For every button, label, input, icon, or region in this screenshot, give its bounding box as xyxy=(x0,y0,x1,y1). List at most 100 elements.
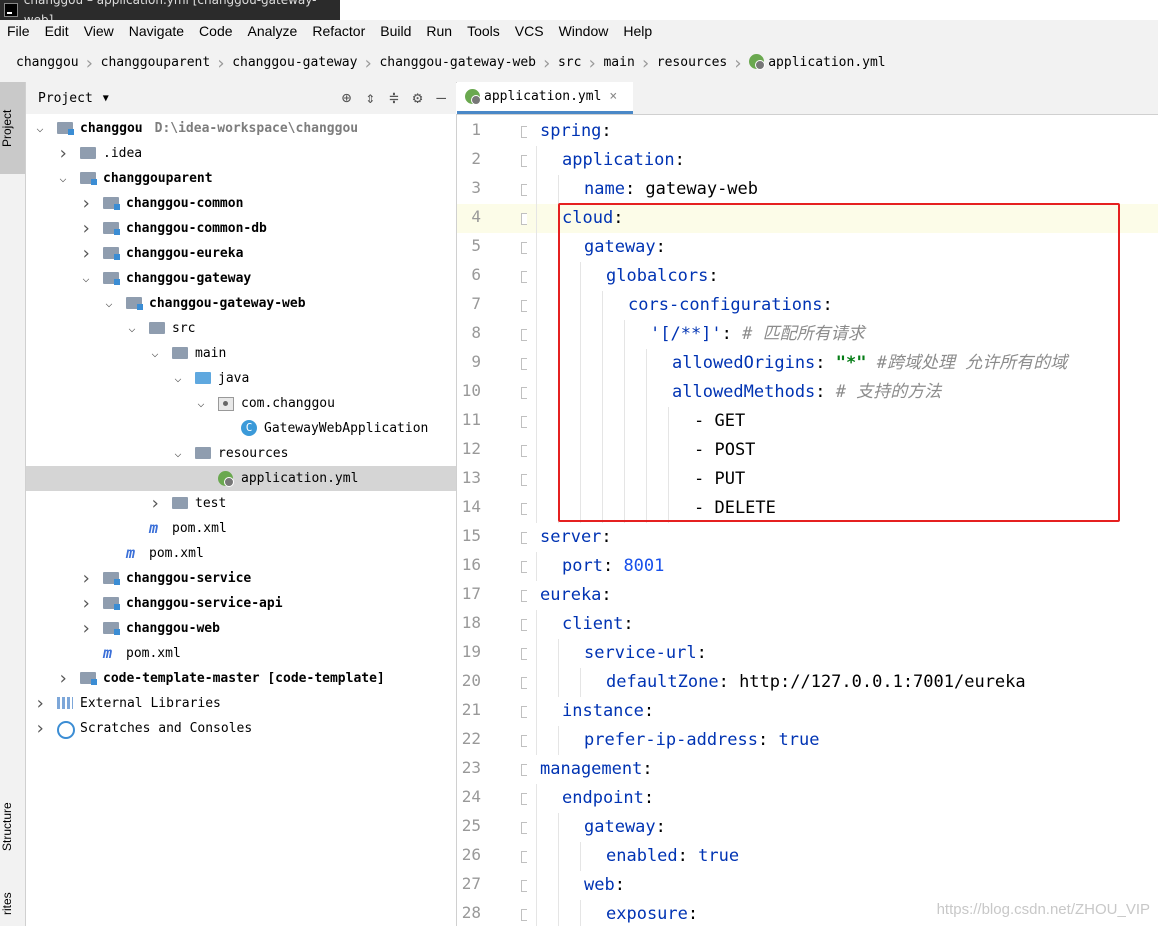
breadcrumb-item[interactable]: main xyxy=(587,53,651,74)
tree-item[interactable]: › changgou-common xyxy=(26,191,456,216)
menu-vcs[interactable]: VCS xyxy=(508,23,552,39)
tree-item-label: changgou-service xyxy=(126,571,252,586)
tree-item-label: changgou-eureka xyxy=(126,246,244,261)
menu-help[interactable]: Help xyxy=(616,23,660,39)
code-line: defaultZone: http://127.0.0.1:7001/eurek… xyxy=(606,672,1026,692)
menu-file[interactable]: File xyxy=(0,23,38,39)
chevron-right-icon[interactable]: › xyxy=(34,691,46,716)
chevron-down-icon[interactable]: ⌵ xyxy=(34,116,46,141)
tree-item[interactable]: ⌵ resources xyxy=(26,441,456,466)
menu-window[interactable]: Window xyxy=(552,23,617,39)
folder-icon xyxy=(195,447,211,459)
breadcrumb-item[interactable]: resources xyxy=(641,53,744,74)
menu-analyze[interactable]: Analyze xyxy=(241,23,306,39)
tab-application-yml[interactable]: application.yml × xyxy=(457,82,633,114)
line-number: 24 xyxy=(461,787,481,806)
indent-guide xyxy=(536,204,537,233)
tree-item[interactable]: › changgou-web xyxy=(26,616,456,641)
module-folder-icon xyxy=(103,572,120,585)
module-folder-icon xyxy=(103,222,120,235)
tree-item[interactable]: ⌵ src xyxy=(26,316,456,341)
tree-item[interactable]: ⌵ changgouparent xyxy=(26,166,456,191)
chevron-right-icon[interactable]: › xyxy=(57,141,69,166)
indent-guide xyxy=(536,378,537,407)
chevron-right-icon[interactable]: › xyxy=(80,566,92,591)
tree-item[interactable]: m pom.xml xyxy=(26,516,456,541)
tree-item[interactable]: ⌵ changgou-gateway xyxy=(26,266,456,291)
breadcrumb-item[interactable]: application.yml xyxy=(733,54,891,70)
breadcrumb-label: changgou-gateway xyxy=(232,54,358,70)
chevron-right-icon[interactable]: › xyxy=(80,241,92,266)
tree-item[interactable]: ⌵ java xyxy=(26,366,456,391)
tree-item[interactable]: m pom.xml xyxy=(26,541,456,566)
tree-item[interactable]: › External Libraries xyxy=(26,691,456,716)
indent-guide xyxy=(536,175,537,204)
chevron-down-icon[interactable]: ⌵ xyxy=(172,366,184,391)
folder-icon xyxy=(149,322,165,334)
tree-item[interactable]: › Scratches and Consoles xyxy=(26,716,456,741)
tree-item[interactable]: ⌵ com.changgou xyxy=(26,391,456,416)
source-folder-icon xyxy=(195,372,211,384)
menu-refactor[interactable]: Refactor xyxy=(305,23,373,39)
menu-build[interactable]: Build xyxy=(373,23,419,39)
menu-edit[interactable]: Edit xyxy=(38,23,77,39)
project-view-selector[interactable]: Project ▼ xyxy=(38,91,109,106)
tree-item[interactable]: › .idea xyxy=(26,141,456,166)
chevron-down-icon[interactable]: ⌵ xyxy=(195,391,207,416)
code-line: client: xyxy=(562,614,634,634)
chevron-down-icon[interactable]: ⌵ xyxy=(172,441,184,466)
tree-item-label: application.yml xyxy=(241,471,359,486)
tree-item[interactable]: ⌵ changgou-gateway-web xyxy=(26,291,456,316)
gear-icon[interactable]: ⚙ xyxy=(413,88,423,107)
indent-guide xyxy=(536,233,537,262)
chevron-right-icon[interactable]: › xyxy=(57,666,69,691)
tree-item[interactable]: › test xyxy=(26,491,456,516)
tree-item[interactable]: › changgou-service-api xyxy=(26,591,456,616)
indent-guide xyxy=(580,900,581,926)
tree-item[interactable]: m pom.xml xyxy=(26,641,456,666)
tool-tab-structure[interactable]: Structure xyxy=(0,782,25,872)
menu-tools[interactable]: Tools xyxy=(460,23,508,39)
tree-item[interactable]: application.yml xyxy=(26,466,456,491)
chevron-down-icon[interactable]: ⌵ xyxy=(103,291,115,316)
breadcrumb-item[interactable]: changgou-gateway-web xyxy=(363,53,551,74)
close-icon[interactable]: × xyxy=(609,89,617,104)
chevron-down-icon[interactable]: ⌵ xyxy=(149,341,161,366)
chevron-down-icon[interactable]: ⌵ xyxy=(126,316,138,341)
breadcrumb-item[interactable]: src xyxy=(542,53,598,74)
watermark: https://blog.csdn.net/ZHOU_VIP xyxy=(936,901,1150,918)
menu-navigate[interactable]: Navigate xyxy=(122,23,192,39)
tree-item[interactable]: › changgou-service xyxy=(26,566,456,591)
collapse-all-icon[interactable]: ≑ xyxy=(389,88,399,107)
chevron-right-icon[interactable]: › xyxy=(80,216,92,241)
indent-guide xyxy=(536,494,537,523)
tree-item-label: pom.xml xyxy=(172,521,227,536)
tree-item[interactable]: › code-template-master [code-template] xyxy=(26,666,456,691)
locate-icon[interactable]: ⊕ xyxy=(342,88,352,107)
breadcrumb-label: main xyxy=(603,54,635,70)
tree-item[interactable]: C GatewayWebApplication xyxy=(26,416,456,441)
tool-tab-favorites[interactable]: rites xyxy=(0,882,25,926)
menu-run[interactable]: Run xyxy=(419,23,460,39)
chevron-right-icon[interactable]: › xyxy=(34,716,46,741)
menu-view[interactable]: View xyxy=(77,23,122,39)
menu-code[interactable]: Code xyxy=(192,23,240,39)
chevron-right-icon[interactable]: › xyxy=(80,591,92,616)
breadcrumb-item[interactable]: changgou-gateway xyxy=(216,53,373,74)
tree-item[interactable]: › changgou-eureka xyxy=(26,241,456,266)
chevron-right-icon[interactable]: › xyxy=(80,616,92,641)
chevron-right-icon[interactable]: › xyxy=(80,191,92,216)
line-number: 27 xyxy=(461,874,481,893)
chevron-right-icon[interactable]: › xyxy=(149,491,161,516)
tool-tab-project[interactable]: Project xyxy=(0,82,25,174)
chevron-down-icon[interactable]: ⌵ xyxy=(57,166,69,191)
indent-guide xyxy=(536,668,537,697)
tree-item[interactable]: ⌵ main xyxy=(26,341,456,366)
breadcrumb-item[interactable]: changgou xyxy=(0,53,94,74)
tree-item[interactable]: › changgou-common-db xyxy=(26,216,456,241)
tree-item[interactable]: ⌵ changgou D:\idea-workspace\changgou xyxy=(26,116,456,141)
hide-panel-icon[interactable]: — xyxy=(436,88,446,107)
breadcrumb-item[interactable]: changgouparent xyxy=(85,53,226,74)
expand-all-icon[interactable]: ⇕ xyxy=(365,88,375,107)
chevron-down-icon[interactable]: ⌵ xyxy=(80,266,92,291)
